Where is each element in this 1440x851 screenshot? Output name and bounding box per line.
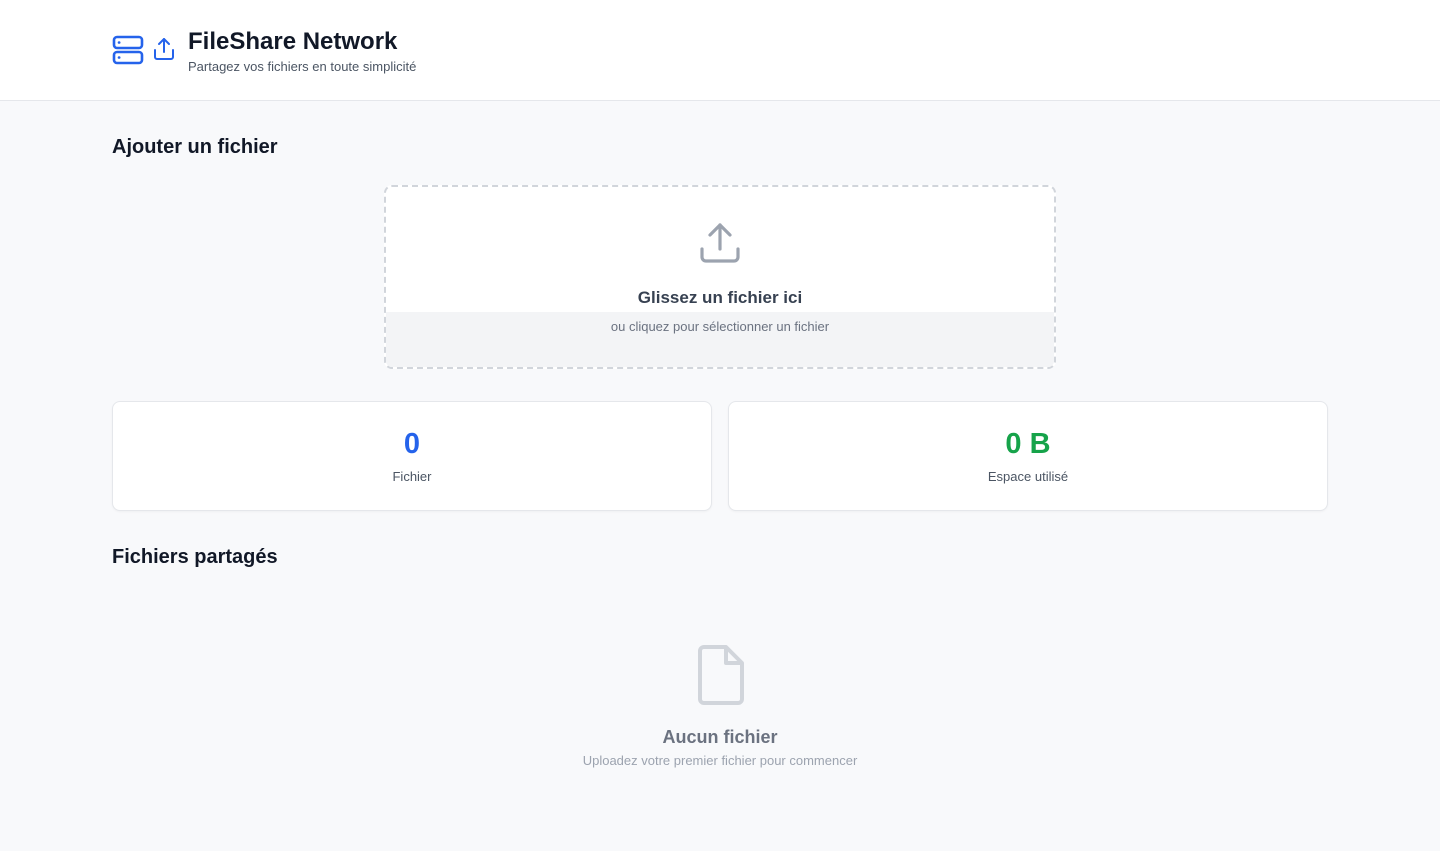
file-count-card: 0 Fichier bbox=[112, 401, 712, 511]
storage-used-card: 0 B Espace utilisé bbox=[728, 401, 1328, 511]
file-icon bbox=[698, 645, 744, 705]
shared-files-title: Fichiers partagés bbox=[112, 546, 278, 568]
dropzone-title: Glissez un fichier ici bbox=[637, 288, 803, 307]
file-count-value: 0 bbox=[403, 428, 421, 460]
file-dropzone[interactable]: Glissez un fichier ici ou cliquez pour s… bbox=[384, 185, 1056, 369]
file-count-label: Fichier bbox=[392, 469, 432, 484]
dropzone-subtitle: ou cliquez pour sélectionner un fichier bbox=[610, 319, 830, 334]
storage-used-value: 0 B bbox=[1005, 428, 1051, 460]
app-title: FileShare Network bbox=[188, 28, 398, 55]
upload-section-title: Ajouter un fichier bbox=[112, 136, 278, 158]
empty-state-subtitle: Uploadez votre premier fichier pour comm… bbox=[582, 753, 858, 768]
empty-state-title: Aucun fichier bbox=[662, 727, 778, 747]
upload-icon bbox=[700, 223, 740, 263]
app-subtitle: Partagez vos fichiers en toute simplicit… bbox=[188, 59, 417, 74]
storage-used-label: Espace utilisé bbox=[987, 469, 1069, 484]
app-header: FileShare Network Partagez vos fichiers … bbox=[0, 0, 1440, 101]
server-icon bbox=[112, 35, 144, 65]
share-upload-icon bbox=[154, 38, 174, 60]
